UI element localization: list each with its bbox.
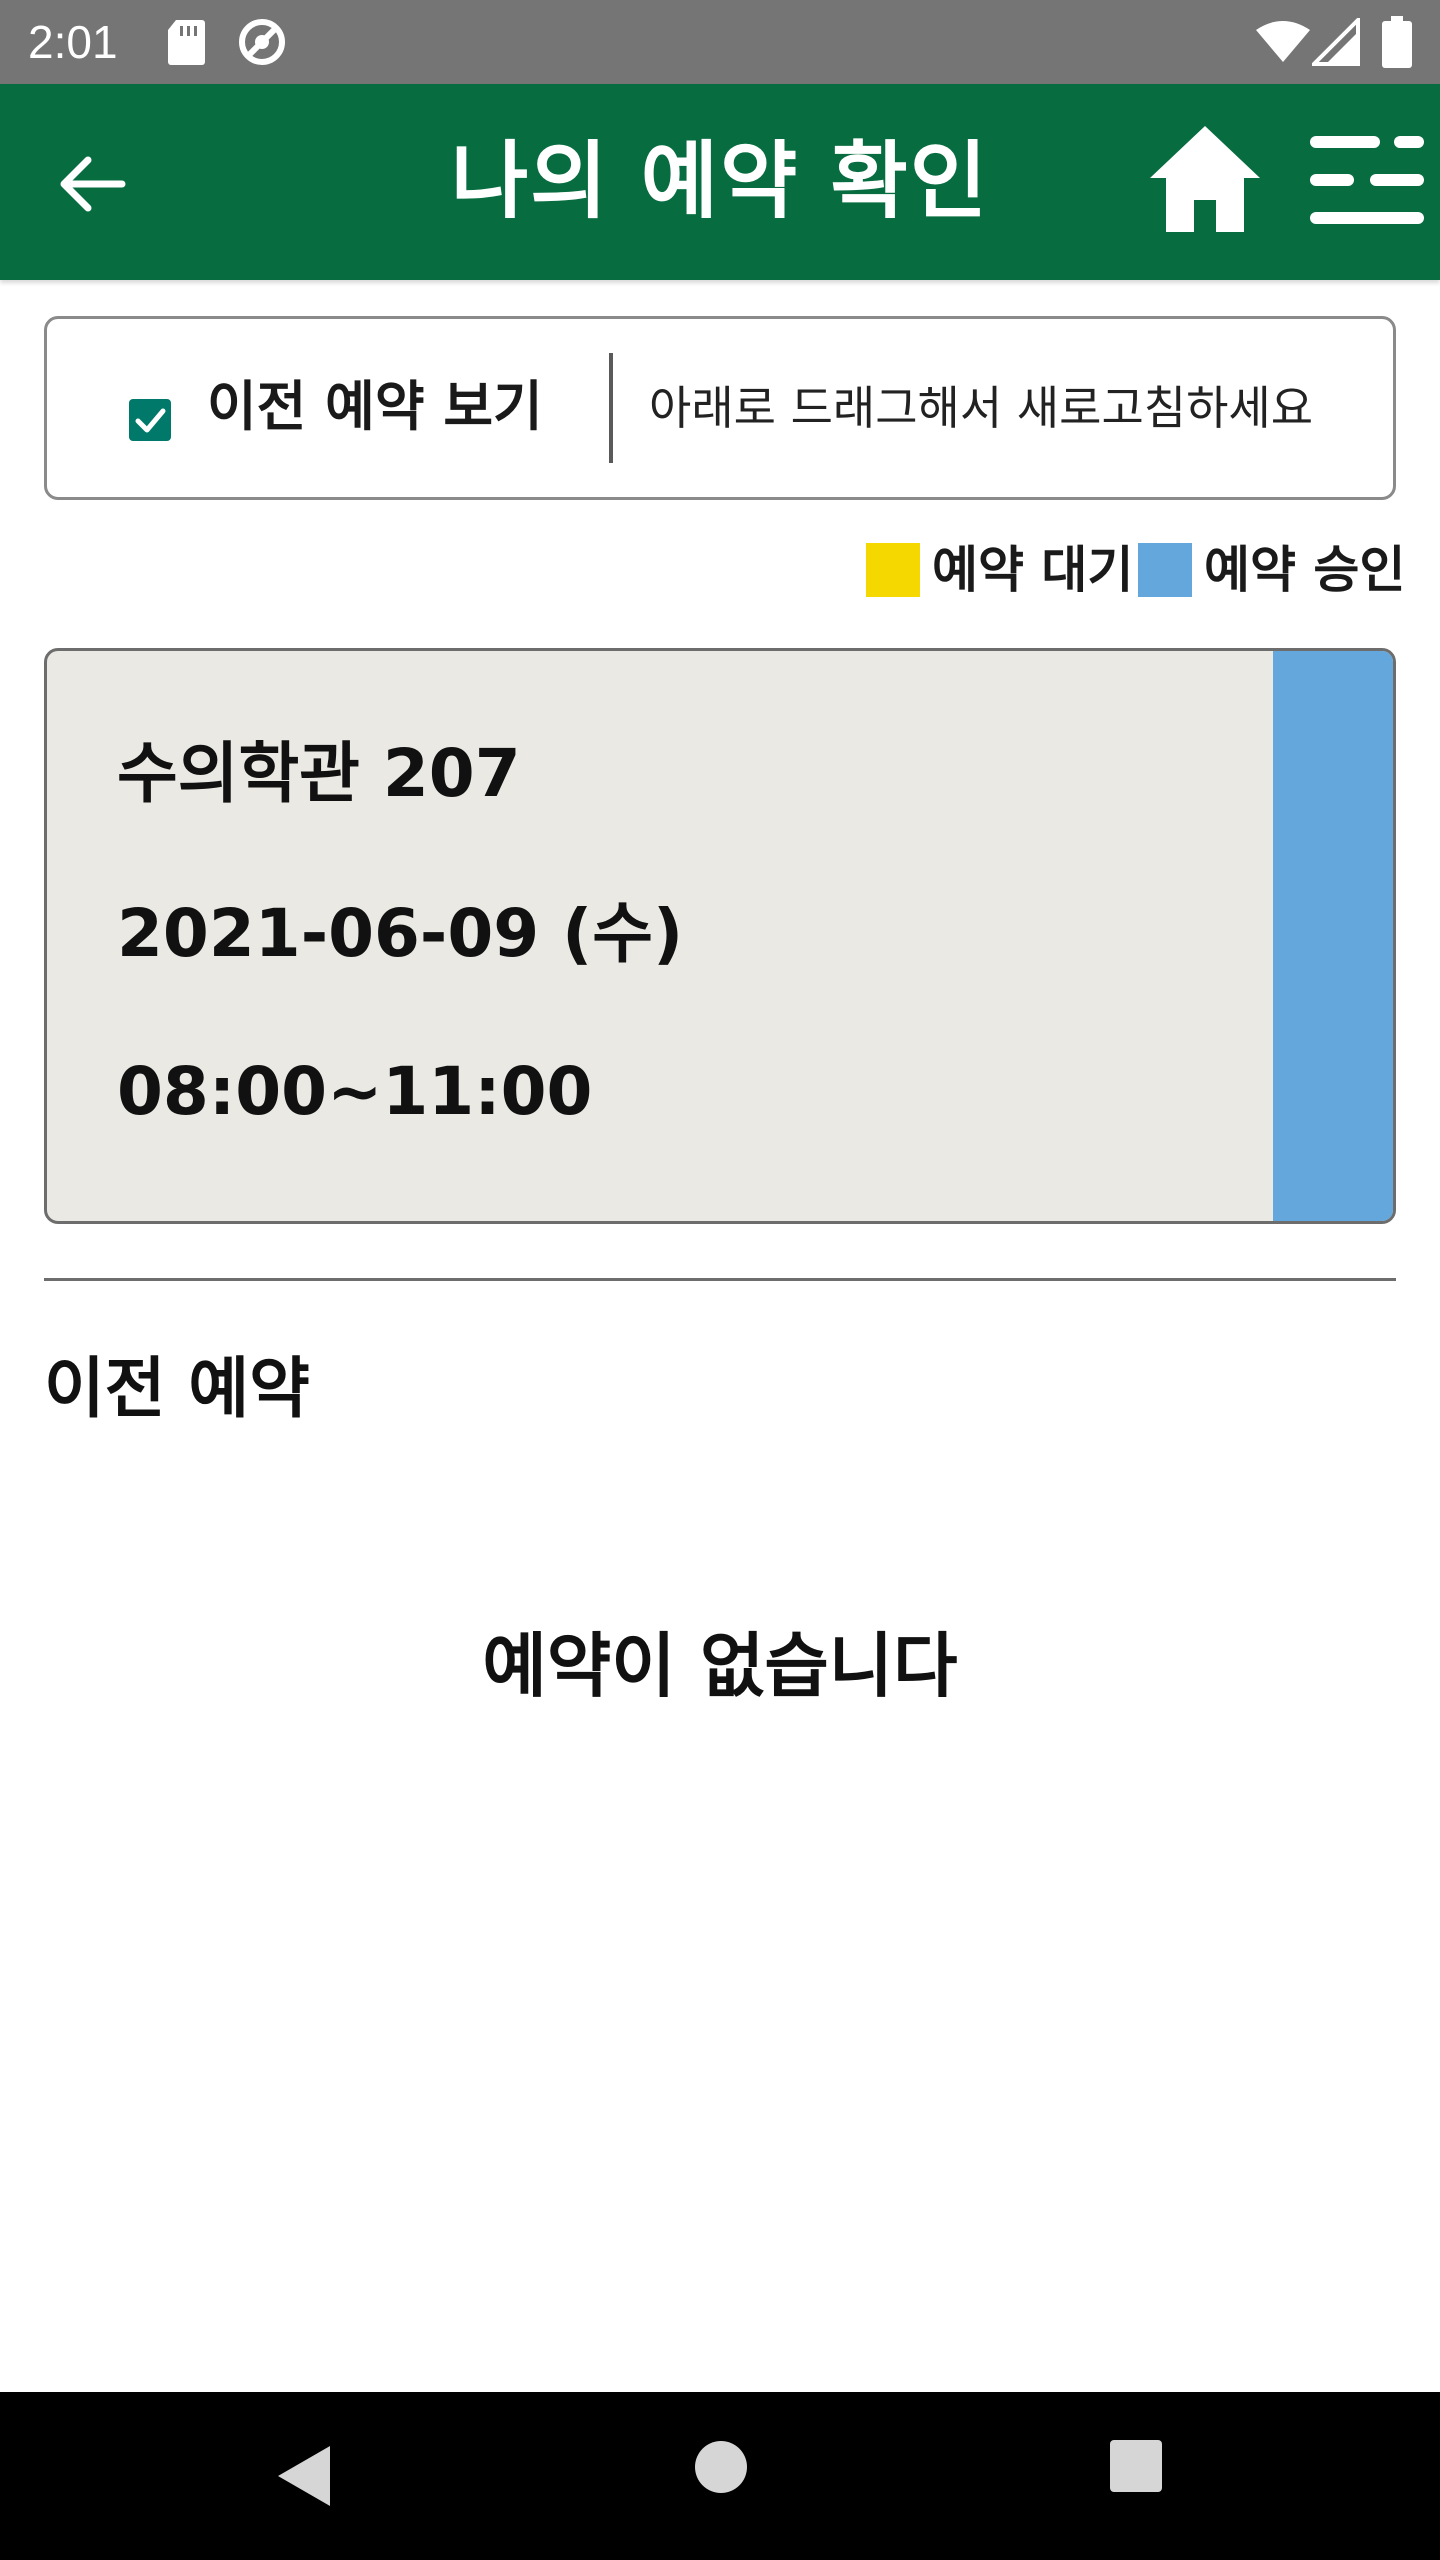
home-button[interactable] <box>1144 118 1266 240</box>
signal-icon <box>1312 18 1360 66</box>
reservation-card[interactable]: 수의학관 207 2021-06-09 (수) 08:00~11:00 <box>44 648 1396 1224</box>
nav-home-icon[interactable] <box>694 2440 748 2494</box>
menu-icon <box>1310 136 1424 224</box>
nav-back-icon[interactable] <box>270 2440 342 2512</box>
reservation-date: 2021-06-09 (수) <box>117 895 684 972</box>
sync-icon <box>239 19 285 65</box>
wifi-icon <box>1256 21 1310 62</box>
legend-swatch-pending <box>866 543 920 597</box>
sd-card-icon <box>168 20 205 65</box>
legend-label-pending: 예약 대기 <box>932 541 1134 599</box>
status-legend: 예약 대기 예약 승인 <box>866 540 1405 600</box>
legend-label-approved: 예약 승인 <box>1204 541 1406 599</box>
reservation-time: 08:00~11:00 <box>117 1053 593 1130</box>
nav-recents-icon[interactable] <box>1108 2438 1164 2494</box>
filter-bar: 이전 예약 보기 아래로 드래그해서 새로고침하세요 <box>44 316 1396 500</box>
section-divider <box>44 1278 1396 1281</box>
previous-reservations-title: 이전 예약 <box>44 1350 310 1427</box>
system-nav-bar <box>0 2392 1440 2560</box>
screen: 2:01 나의 예약 확인 이전 예약 보기 아래로 드래그해서 새로고침하세요… <box>0 0 1440 2560</box>
battery-icon <box>1382 16 1412 68</box>
menu-button[interactable] <box>1308 130 1426 230</box>
check-icon <box>135 408 166 433</box>
home-icon <box>1150 126 1260 232</box>
refresh-hint: 아래로 드래그해서 새로고침하세요 <box>649 381 1314 435</box>
previous-reservations-checkbox[interactable] <box>129 399 171 441</box>
checkbox-label[interactable]: 이전 예약 보기 <box>207 369 543 445</box>
reservation-location: 수의학관 207 <box>117 735 521 812</box>
app-header: 나의 예약 확인 <box>0 84 1440 280</box>
legend-swatch-approved <box>1138 543 1192 597</box>
reservation-status-indicator <box>1273 651 1393 1221</box>
filter-divider <box>609 353 613 463</box>
status-bar: 2:01 <box>0 0 1440 84</box>
status-time: 2:01 <box>28 16 118 68</box>
empty-state-message: 예약이 없습니다 <box>482 1625 958 1707</box>
